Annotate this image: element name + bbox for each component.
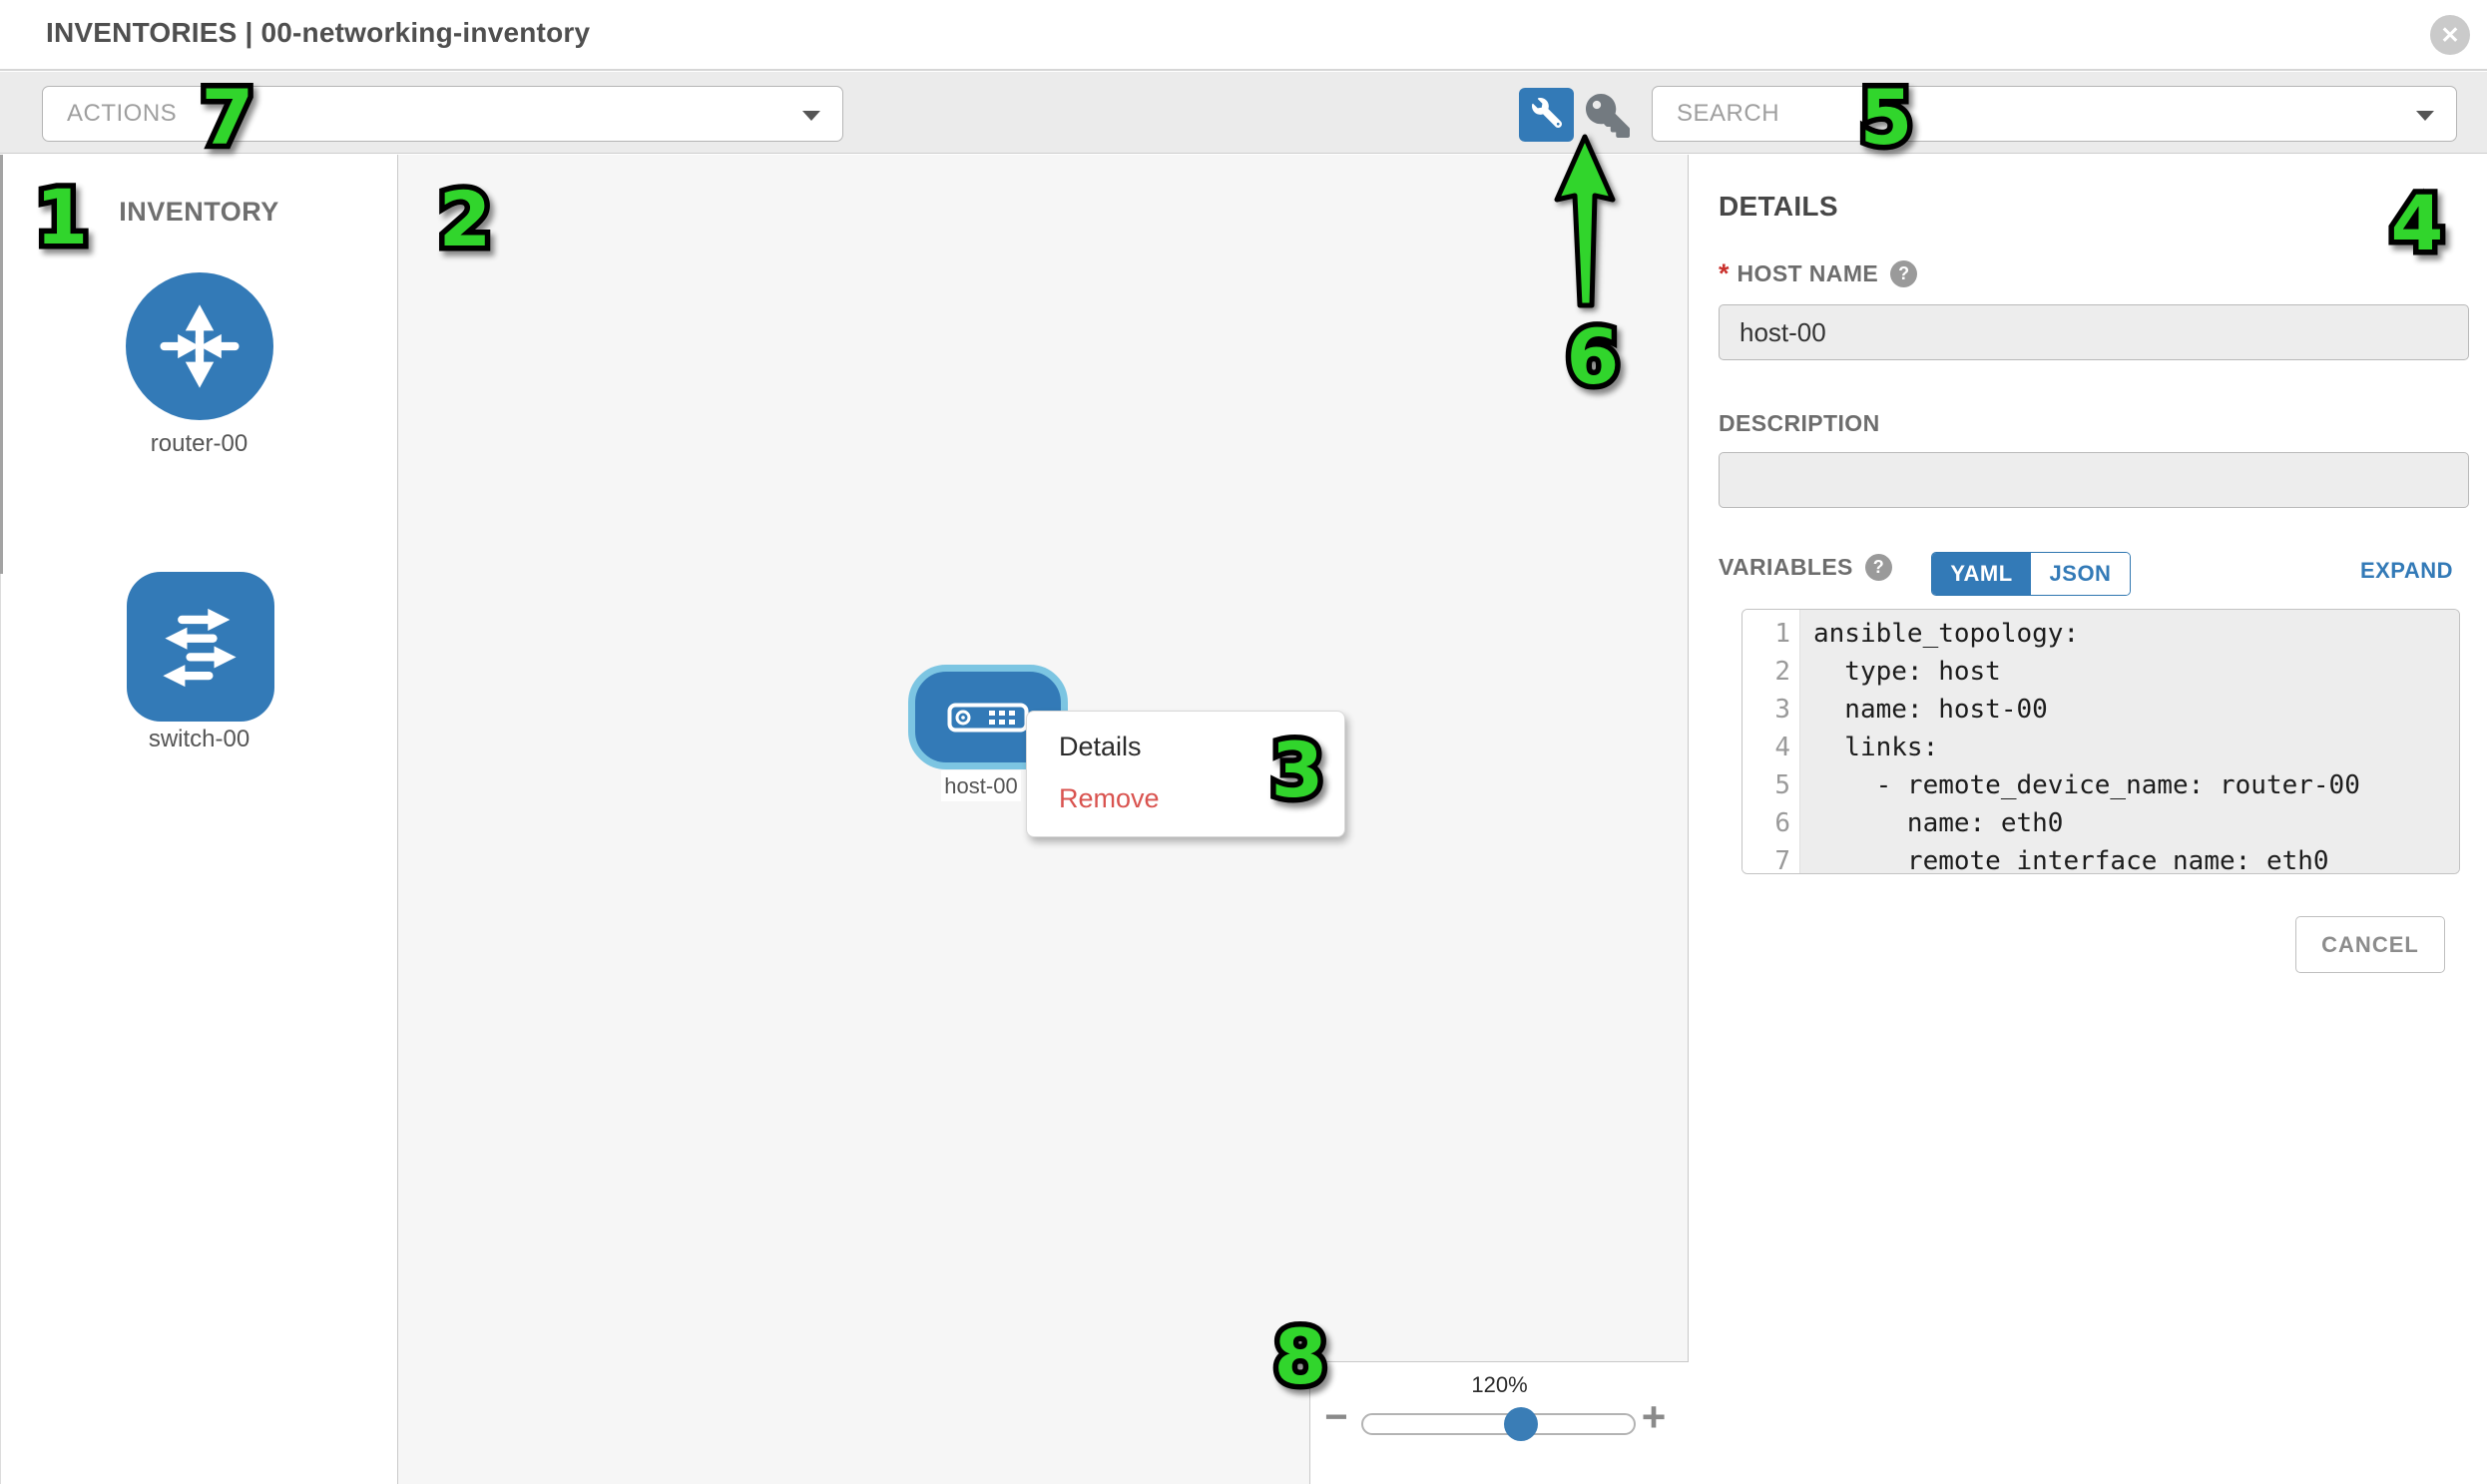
menu-item-remove[interactable]: Remove bbox=[1027, 772, 1344, 824]
topology-canvas[interactable]: host-00 Details Remove 120% − + bbox=[398, 155, 1689, 1484]
sidebar-item-switch[interactable] bbox=[127, 572, 274, 722]
server-icon bbox=[947, 703, 1029, 733]
cancel-button[interactable]: CANCEL bbox=[2295, 916, 2445, 973]
toggle-json-button[interactable]: JSON bbox=[2031, 553, 2130, 595]
variables-code-editor[interactable]: 1 2 3 4 5 6 7 ansible_topology: type: ho… bbox=[1741, 609, 2460, 874]
zoom-slider-track[interactable] bbox=[1361, 1413, 1636, 1435]
host-node-label: host-00 bbox=[941, 770, 1021, 801]
key-icon bbox=[1586, 94, 1630, 138]
code-line: remote_interface_name: eth0 bbox=[1813, 842, 2459, 874]
search-dropdown[interactable]: SEARCH bbox=[1652, 86, 2457, 142]
chevron-down-icon bbox=[802, 111, 820, 121]
host-name-label-row: * HOST NAME ? bbox=[1719, 258, 1917, 289]
code-line: links: bbox=[1813, 729, 2459, 766]
tools-button[interactable] bbox=[1519, 88, 1574, 142]
key-button[interactable] bbox=[1583, 91, 1633, 141]
details-panel: DETAILS * HOST NAME ? DESCRIPTION VARIAB… bbox=[1689, 155, 2487, 1484]
menu-item-details[interactable]: Details bbox=[1027, 721, 1344, 772]
close-icon[interactable]: ✕ bbox=[2430, 15, 2470, 55]
help-icon[interactable]: ? bbox=[1865, 554, 1892, 581]
description-label: DESCRIPTION bbox=[1719, 410, 1880, 437]
zoom-control: 120% − + bbox=[1309, 1361, 1689, 1484]
host-name-label: HOST NAME bbox=[1738, 260, 1879, 287]
toggle-yaml-button[interactable]: YAML bbox=[1932, 553, 2031, 595]
variables-label: VARIABLES bbox=[1719, 554, 1853, 581]
zoom-slider-thumb[interactable] bbox=[1504, 1407, 1538, 1441]
code-line: name: host-00 bbox=[1813, 691, 2459, 729]
description-input[interactable] bbox=[1719, 452, 2469, 508]
code-line: ansible_topology: bbox=[1813, 615, 2459, 653]
host-name-input[interactable] bbox=[1719, 304, 2469, 360]
code-line: name: eth0 bbox=[1813, 804, 2459, 842]
inventory-topology-app: INVENTORIES | 00-networking-inventory ✕ … bbox=[0, 0, 2487, 1484]
help-icon[interactable]: ? bbox=[1890, 260, 1917, 287]
router-label: router-00 bbox=[1, 430, 397, 458]
code-line: - remote_device_name: router-00 bbox=[1813, 766, 2459, 804]
actions-dropdown-label: ACTIONS bbox=[67, 100, 177, 128]
inventory-sidebar: INVENTORY router-00 bbox=[0, 155, 398, 1484]
required-asterisk: * bbox=[1719, 258, 1730, 289]
switch-icon bbox=[149, 593, 252, 701]
variables-label-row: VARIABLES ? bbox=[1719, 554, 1892, 581]
sidebar-item-router[interactable] bbox=[126, 272, 273, 420]
details-title: DETAILS bbox=[1719, 191, 1838, 223]
editor-line-numbers: 1 2 3 4 5 6 7 bbox=[1742, 610, 1800, 873]
variables-format-toggle: YAML JSON bbox=[1931, 552, 2131, 596]
chevron-down-icon bbox=[2416, 111, 2434, 121]
expand-link[interactable]: EXPAND bbox=[2360, 558, 2453, 584]
search-placeholder: SEARCH bbox=[1677, 100, 1779, 128]
switch-label: switch-00 bbox=[1, 726, 397, 753]
router-icon bbox=[148, 294, 251, 398]
zoom-in-plus-icon[interactable]: + bbox=[1634, 1393, 1674, 1441]
editor-code-area[interactable]: ansible_topology: type: host name: host-… bbox=[1800, 610, 2459, 873]
context-menu: Details Remove bbox=[1026, 711, 1345, 837]
actions-dropdown[interactable]: ACTIONS bbox=[42, 86, 843, 142]
zoom-out-minus-icon[interactable]: − bbox=[1318, 1395, 1354, 1440]
page-title: INVENTORIES | 00-networking-inventory bbox=[46, 17, 590, 49]
wrench-icon bbox=[1532, 98, 1562, 133]
code-line: type: host bbox=[1813, 653, 2459, 691]
zoom-level: 120% bbox=[1310, 1372, 1689, 1398]
inventory-heading: INVENTORY bbox=[1, 197, 397, 228]
window-header: INVENTORIES | 00-networking-inventory ✕ bbox=[0, 0, 2487, 71]
description-label-row: DESCRIPTION bbox=[1719, 410, 1880, 437]
left-scrollbar-fragment bbox=[0, 155, 3, 574]
